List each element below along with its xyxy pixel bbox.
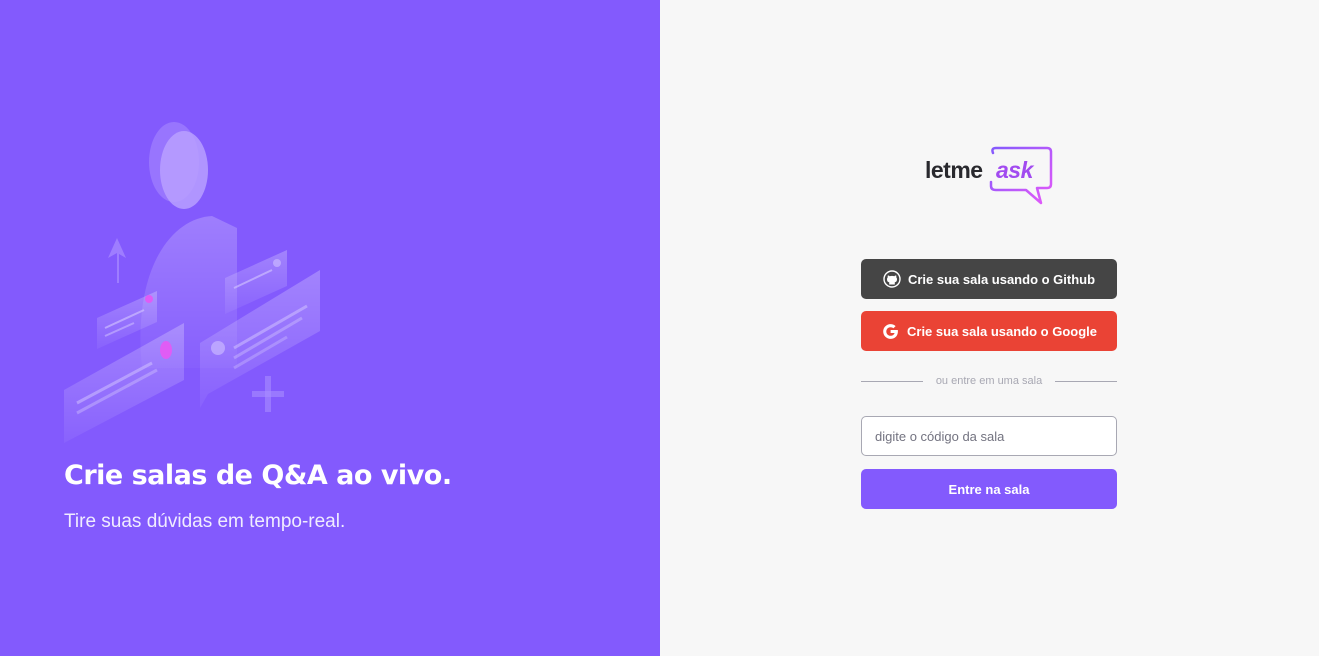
google-icon (881, 322, 900, 341)
hero-subtitle: Tire suas dúvidas em tempo-real. (64, 511, 346, 532)
login-panel: letme ask Crie sua sala usando o Github … (660, 0, 1319, 656)
logo-text-letme: letme (925, 157, 983, 183)
separator-line-right (1055, 380, 1118, 382)
github-login-label: Crie sua sala usando o Github (907, 271, 1096, 287)
qa-illustration (64, 122, 320, 443)
enter-room-label: Entre na sala (948, 481, 1030, 497)
separator-text: ou entre em uma sala (935, 375, 1043, 387)
page: Crie salas de Q&A ao vivo. Tire suas dúv… (0, 0, 1319, 656)
google-login-label: Crie sua sala usando o Google (907, 323, 1097, 339)
separator: ou entre em uma sala (861, 375, 1118, 387)
enter-room-button[interactable]: Entre na sala (861, 469, 1117, 509)
separator-line-left (861, 380, 923, 382)
logo-text-ask: ask (996, 157, 1033, 183)
hero-title: Crie salas de Q&A ao vivo. (64, 460, 452, 491)
room-code-input[interactable] (861, 416, 1117, 456)
letmeask-logo: letme ask (925, 145, 1055, 209)
hero-aside: Crie salas de Q&A ao vivo. Tire suas dúv… (0, 0, 660, 656)
github-login-button[interactable]: Crie sua sala usando o Github (861, 259, 1117, 299)
github-icon (883, 270, 901, 288)
google-login-button[interactable]: Crie sua sala usando o Google (861, 311, 1117, 351)
